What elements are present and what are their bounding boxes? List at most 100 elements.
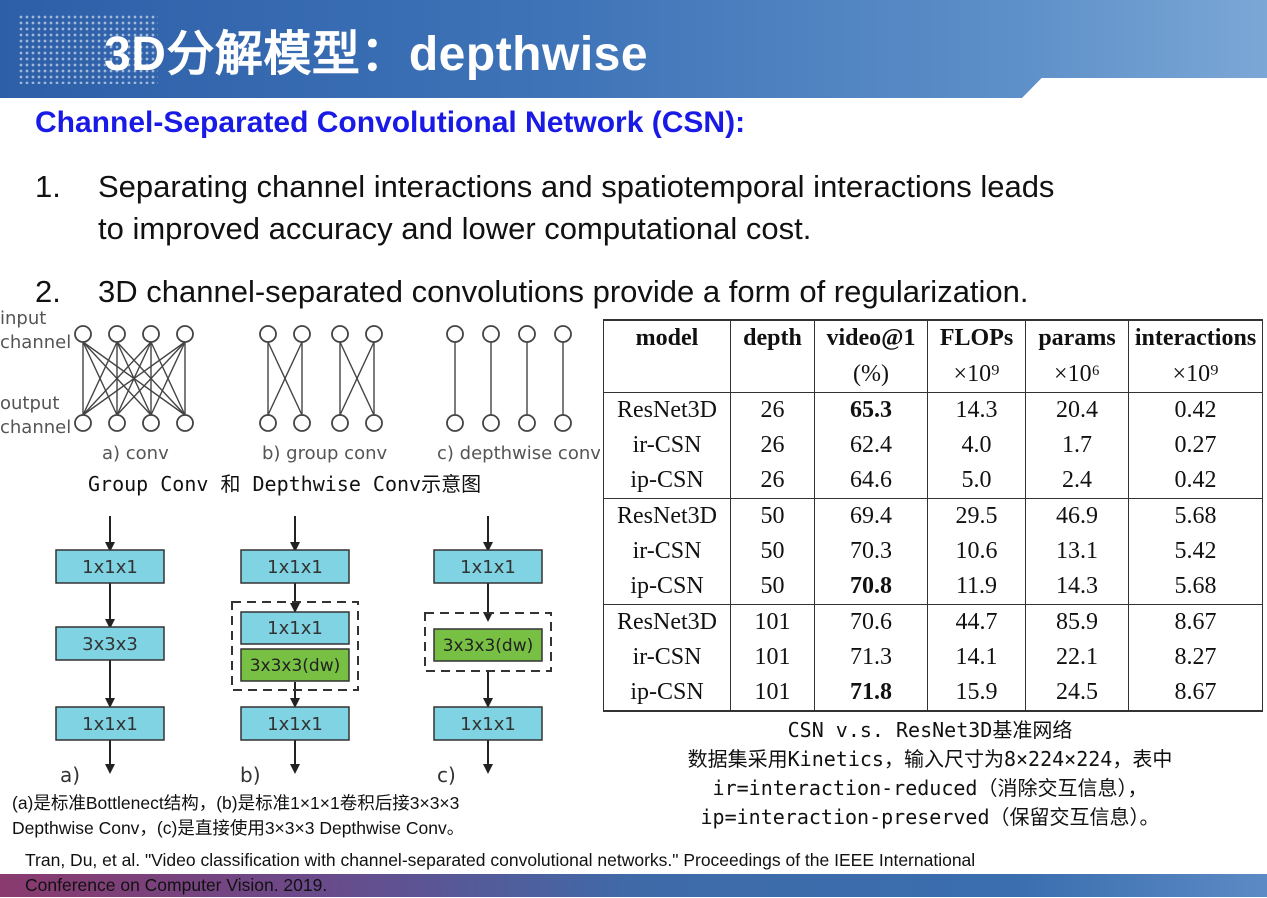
table-row: ir-CSN 26 62.4 4.0 1.7 0.27 [603,428,1263,463]
bullet-text: Separating channel interactions and spat… [98,166,1054,250]
table-header-cell: depth [730,319,815,356]
bottleneck-block-figure: 1x1x1 3x3x3 1x1x1 1x1x1 1x1x1 3x3x3(dw) … [55,516,552,787]
table-row: ResNet3D 50 69.4 29.5 46.9 5.68 [603,498,1263,534]
table-cell-inter: 0.42 [1128,463,1263,499]
conv-connectivity-figure: input channel output channel a) conv b) … [0,308,600,464]
box-label: 1x1x1 [267,557,323,578]
table-cell-model: ip-CSN [603,463,731,499]
depthwise-conv-label: c) depthwise conv [437,443,600,464]
box-label: 1x1x1 [82,714,138,735]
table-cell-depth: 50 [730,534,815,569]
output-label-1: output [0,393,59,414]
input-label-1: input [0,308,46,329]
table-cell-params: 13.1 [1025,534,1129,569]
table-cell-flops: 10.6 [927,534,1026,569]
bullet-number: 1. [35,169,61,204]
block-label-b: b) [240,763,261,787]
table-caption: CSN v.s. ResNet3D基准网络 数据集采用Kinetics，输入尺寸… [600,716,1260,832]
depthwise-conv-lines [454,342,564,415]
table-cell-depth: 26 [730,428,815,463]
table-cell-flops: 4.0 [927,428,1026,463]
table-cell-model: ip-CSN [603,569,731,605]
table-cell-model: ResNet3D [603,498,731,534]
input-label-2: channel [0,332,71,353]
box-label: 1x1x1 [267,618,323,639]
box-label: 1x1x1 [460,714,516,735]
table-cell-depth: 26 [730,392,815,428]
table-cell-flops: 5.0 [927,463,1026,499]
box-label: 3x3x3 [82,634,138,655]
table-cell-video: 70.6 [814,604,928,640]
table-cell-params: 20.4 [1025,392,1129,428]
results-table: model depth video@1 FLOPs params interac… [603,319,1263,712]
table-cell-params: 14.3 [1025,569,1129,605]
table-row: ir-CSN 101 71.3 14.1 22.1 8.27 [603,640,1263,675]
table-cell-video: 70.8 [814,569,928,605]
table-cell-inter: 8.27 [1128,640,1263,675]
caption-line: ir=interaction-reduced（消除交互信息）， [712,776,1148,800]
table-cell-video: 70.3 [814,534,928,569]
table-unit-cell: ×10⁶ [1025,356,1129,393]
table-header-cell: interactions [1128,319,1263,356]
table-cell-flops: 14.3 [927,392,1026,428]
table-cell-params: 46.9 [1025,498,1129,534]
table-cell-params: 24.5 [1025,675,1129,712]
full-conv-lines [82,341,186,416]
table-cell-video: 64.6 [814,463,928,499]
table-cell-inter: 5.68 [1128,498,1263,534]
table-cell-flops: 44.7 [927,604,1026,640]
output-label-2: channel [0,417,71,438]
table-cell-model: ir-CSN [603,534,731,569]
table-header-cell: FLOPs [927,319,1026,356]
table-cell-flops: 29.5 [927,498,1026,534]
table-cell-params: 22.1 [1025,640,1129,675]
box-label: 3x3x3(dw) [443,636,534,656]
table-cell-video: 69.4 [814,498,928,534]
table-cell-flops: 11.9 [927,569,1026,605]
table-cell-depth: 50 [730,498,815,534]
table-row: ip-CSN 50 70.8 11.9 14.3 5.68 [603,569,1263,605]
table-unit-cell [730,356,815,393]
table-row: ResNet3D 101 70.6 44.7 85.9 8.67 [603,604,1263,640]
reference-citation: Tran, Du, et al. "Video classification w… [25,848,975,898]
table-cell-inter: 5.42 [1128,534,1263,569]
table-cell-depth: 101 [730,675,815,712]
caption-line: Depthwise Conv，(c)是直接使用3×3×3 Depthwise C… [12,818,465,838]
table-cell-model: ir-CSN [603,640,731,675]
table-row: ir-CSN 50 70.3 10.6 13.1 5.42 [603,534,1263,569]
table-unit-cell: ×10⁹ [927,356,1026,393]
box-label: 1x1x1 [267,714,323,735]
group-conv-lines [267,341,375,416]
table-cell-depth: 50 [730,569,815,605]
table-header-row: model depth video@1 FLOPs params interac… [603,319,1263,356]
conv-label: a) conv [102,443,169,464]
table-cell-model: ResNet3D [603,604,731,640]
table-cell-model: ir-CSN [603,428,731,463]
channel-nodes [74,325,572,432]
bullet-line: Separating channel interactions and spat… [98,169,1055,204]
table-cell-model: ip-CSN [603,675,731,712]
box-label: 3x3x3(dw) [250,656,341,676]
table-cell-inter: 8.67 [1128,675,1263,712]
reference-line: Tran, Du, et al. "Video classification w… [25,850,976,870]
table-cell-video: 71.3 [814,640,928,675]
table-unit-cell: (%) [814,356,928,393]
block-label-c: c) [437,763,456,787]
table-cell-video: 62.4 [814,428,928,463]
table-cell-inter: 5.68 [1128,569,1263,605]
table-unit-cell [603,356,731,393]
table-header-cell: params [1025,319,1129,356]
reference-line: Conference on Computer Vision. 2019. [25,875,328,895]
box-label: 1x1x1 [82,557,138,578]
table-cell-flops: 15.9 [927,675,1026,712]
header-notch [1022,78,1267,98]
caption-line: 数据集采用Kinetics，输入尺寸为8×224×224，表中 [687,747,1173,771]
table-row: ResNet3D 26 65.3 14.3 20.4 0.42 [603,392,1263,428]
block-label-a: a) [60,763,80,787]
table-cell-model: ResNet3D [603,392,731,428]
table-cell-depth: 101 [730,604,815,640]
table-unit-row: (%) ×10⁹ ×10⁶ ×10⁹ [603,356,1263,393]
caption-line: CSN v.s. ResNet3D基准网络 [787,718,1073,742]
table-row: ip-CSN 101 71.8 15.9 24.5 8.67 [603,675,1263,712]
table-header-cell: model [603,319,731,356]
